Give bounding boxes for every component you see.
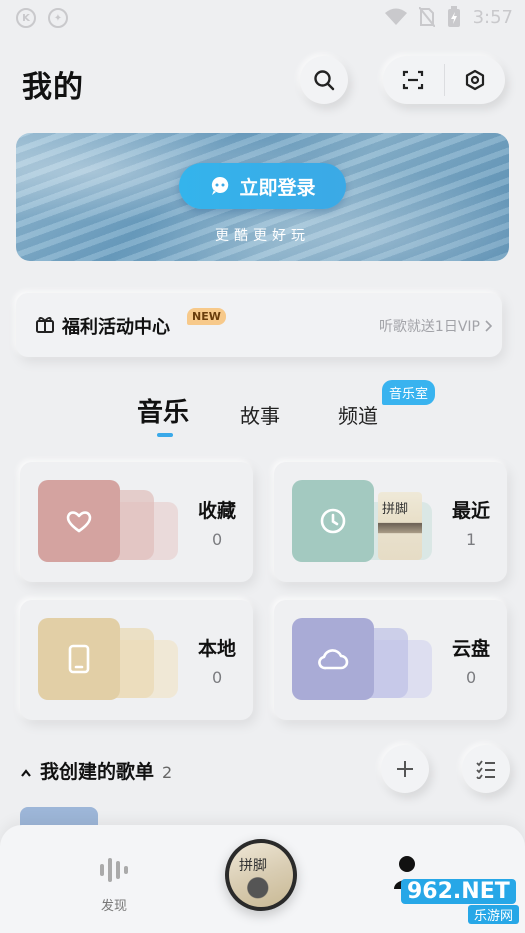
clock-icon (320, 508, 346, 534)
recent-card[interactable]: 拼脚 最近 1 (274, 462, 507, 582)
search-button[interactable] (300, 56, 348, 104)
site-watermark-logo: 962.NET 乐游网 (401, 879, 519, 927)
checklist-icon (476, 760, 495, 779)
favorites-stack (38, 480, 183, 562)
wifi-icon (384, 8, 407, 25)
login-banner: 立即登录 更酷更好玩 (16, 133, 509, 261)
favorites-title: 收藏 (198, 500, 237, 522)
settings-hexagon-icon (465, 69, 484, 91)
gift-icon (36, 317, 54, 333)
no-sim-icon (418, 7, 435, 27)
tab-active-indicator (157, 433, 173, 437)
nav-discover[interactable]: 发现 (90, 855, 138, 914)
heart-icon (66, 511, 92, 533)
login-label: 立即登录 (239, 176, 316, 199)
welfare-promo-text: 听歌就送1日VIP (378, 319, 480, 335)
cloud-stack (292, 618, 437, 700)
chevron-right-icon (485, 320, 492, 332)
cloud-icon (318, 649, 349, 670)
plus-icon (397, 761, 413, 777)
banner-subtitle: 更酷更好玩 (215, 228, 310, 244)
favorites-card[interactable]: 收藏 0 (20, 462, 253, 582)
recent-album-cover: 拼脚 (378, 492, 422, 560)
status-bar: K ✦ 3:57 (0, 0, 525, 40)
cloud-title: 云盘 (452, 638, 491, 660)
recent-count: 1 (466, 530, 477, 549)
welfare-title: 福利活动中心 (62, 317, 170, 338)
nav-discover-label: 发现 (100, 899, 127, 914)
recent-cover-text: 拼脚 (382, 502, 409, 517)
welfare-center-card[interactable]: 福利活动中心 NEW 听歌就送1日VIP (16, 293, 502, 357)
manage-playlists-button[interactable] (462, 745, 510, 793)
recent-stack: 拼脚 (292, 480, 437, 562)
k-app-icon: K (16, 8, 36, 28)
tab-story[interactable]: 故事 (240, 400, 280, 429)
local-count: 0 (212, 668, 223, 687)
watermark-text: 乐游网 (467, 905, 519, 924)
page-title: 我的 (22, 70, 84, 105)
chevron-up-icon (21, 769, 31, 777)
favorites-count: 0 (212, 530, 223, 549)
add-playlist-button[interactable] (381, 745, 429, 793)
recent-title: 最近 (452, 500, 491, 522)
scan-button[interactable] (383, 56, 444, 104)
now-playing-cover: 拼脚 (229, 843, 293, 907)
welfare-promo: 听歌就送1日VIP (379, 316, 492, 336)
my-playlists-header[interactable]: 我创建的歌单 2 (20, 757, 172, 784)
now-playing-disc[interactable]: 拼脚 (225, 839, 297, 911)
my-playlists-count: 2 (162, 763, 173, 782)
my-playlists-title: 我创建的歌单 (40, 761, 155, 783)
watermark-number: 962.NET (401, 879, 516, 904)
clock-time: 3:57 (472, 6, 513, 28)
login-button[interactable]: 立即登录 (179, 163, 346, 209)
cloud-card[interactable]: 云盘 0 (274, 600, 507, 720)
scan-icon (403, 70, 424, 90)
cloud-count: 0 (466, 668, 477, 687)
disc-cover-text: 拼脚 (239, 858, 267, 874)
local-stack (38, 618, 183, 700)
music-room-badge: 音乐室 (382, 380, 436, 405)
header-actions (383, 56, 505, 104)
soundwave-icon (100, 858, 128, 882)
phone-icon (68, 644, 90, 674)
tab-channel[interactable]: 频道 (338, 400, 378, 429)
local-title: 本地 (198, 638, 237, 660)
user-face-icon (212, 176, 229, 195)
battery-icon (447, 6, 460, 27)
search-icon (314, 70, 335, 91)
tab-music[interactable]: 音乐 (137, 392, 189, 429)
new-badge: NEW (187, 308, 226, 325)
local-card[interactable]: 本地 0 (20, 600, 253, 720)
settings-button[interactable] (445, 56, 506, 104)
sync-app-icon: ✦ (48, 8, 68, 28)
